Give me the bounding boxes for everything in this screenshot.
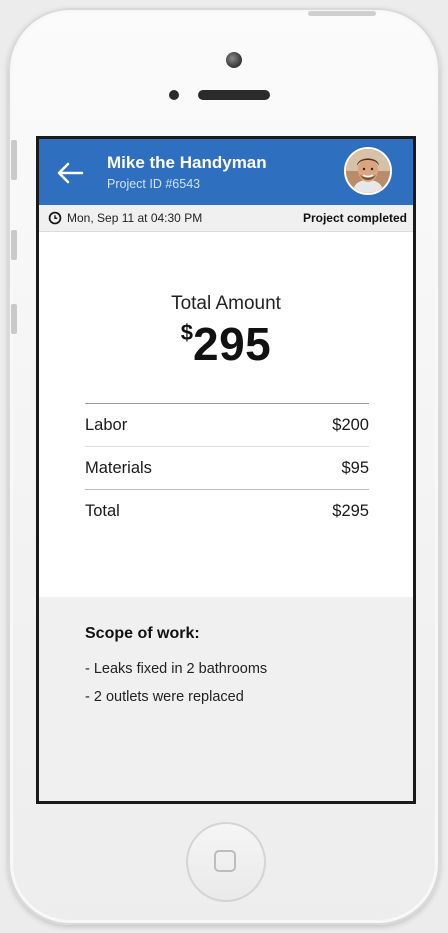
- line-item-label: Total: [85, 501, 120, 520]
- app-header: Mike the Handyman Project ID #6543: [39, 139, 413, 205]
- scope-item: - 2 outlets were replaced: [85, 689, 244, 705]
- volume-up-button: [11, 230, 17, 260]
- line-item-label: Materials: [85, 458, 152, 477]
- clock-icon: [48, 211, 62, 225]
- app-screen: Mike the Handyman Project ID #6543 Mon, …: [36, 136, 416, 804]
- avatar-portrait: [346, 149, 390, 193]
- volume-down-button: [11, 304, 17, 334]
- project-info-bar: Mon, Sep 11 at 04:30 PM Project complete…: [39, 205, 413, 232]
- contact-name: Mike the Handyman: [107, 153, 267, 172]
- scope-title: Scope of work:: [85, 625, 200, 642]
- line-item-amount: $95: [341, 458, 369, 477]
- currency-symbol: $: [180, 320, 193, 345]
- front-camera: [226, 52, 242, 68]
- scope-item: - Leaks fixed in 2 bathrooms: [85, 661, 268, 677]
- line-item-label: Labor: [85, 415, 128, 434]
- home-button[interactable]: [186, 822, 266, 902]
- contact-avatar[interactable]: [344, 147, 392, 195]
- line-item-amount: $295: [332, 501, 369, 520]
- proximity-sensor: [169, 90, 179, 100]
- scope-of-work-section: Scope of work: - Leaks fixed in 2 bathro…: [39, 597, 413, 801]
- line-item-labor: Labor $200: [85, 404, 369, 446]
- project-datetime: Mon, Sep 11 at 04:30 PM: [67, 211, 203, 225]
- total-amount-label: Total Amount: [171, 293, 281, 314]
- arrow-left-icon[interactable]: [55, 161, 85, 185]
- line-item-total: Total $295: [85, 489, 369, 532]
- home-square-icon: [214, 850, 236, 872]
- cost-breakdown: Labor $200 Materials $95 Total $295: [85, 403, 369, 532]
- total-amount: $295: [39, 317, 413, 371]
- scope-list: - Leaks fixed in 2 bathrooms - 2 outlets…: [85, 655, 267, 711]
- status-badge: Project completed: [302, 211, 407, 225]
- project-id: Project ID #6543: [107, 177, 201, 191]
- line-item-materials: Materials $95: [85, 446, 369, 489]
- line-item-amount: $200: [332, 415, 369, 434]
- earpiece-speaker: [198, 90, 270, 100]
- mute-switch: [11, 140, 17, 180]
- total-amount-value: 295: [193, 318, 272, 370]
- power-button: [308, 11, 376, 16]
